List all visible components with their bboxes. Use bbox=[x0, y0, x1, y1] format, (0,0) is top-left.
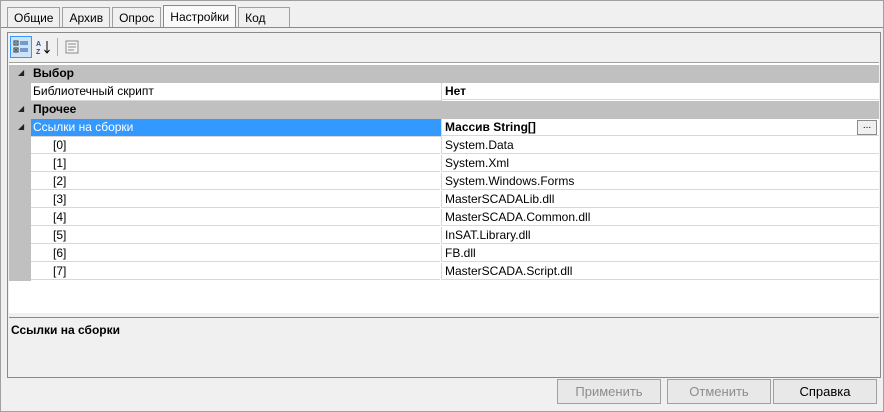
property-value[interactable]: Массив String[] bbox=[441, 119, 879, 136]
item-index: [5] bbox=[31, 227, 440, 244]
item-index: [3] bbox=[31, 191, 440, 208]
property-toolbar: A Z bbox=[10, 36, 83, 58]
list-item[interactable]: [4] MasterSCADA.Common.dll bbox=[9, 209, 879, 227]
help-button[interactable]: Справка bbox=[773, 379, 877, 404]
list-item[interactable]: [3] MasterSCADALib.dll bbox=[9, 191, 879, 209]
item-index: [6] bbox=[31, 245, 440, 262]
collapse-icon[interactable]: ◢ bbox=[18, 68, 24, 77]
item-index: [2] bbox=[31, 173, 440, 190]
collapse-icon[interactable]: ◢ bbox=[18, 104, 24, 113]
category-label: Выбор bbox=[33, 66, 74, 80]
item-value[interactable]: InSAT.Library.dll bbox=[441, 227, 879, 244]
list-item[interactable]: [6] FB.dll bbox=[9, 245, 879, 263]
property-pages-icon bbox=[65, 40, 79, 54]
list-item[interactable]: [7] MasterSCADA.Script.dll bbox=[9, 263, 879, 281]
description-title: Ссылки на сборки bbox=[11, 323, 120, 337]
property-name: Ссылки на сборки bbox=[31, 119, 442, 137]
item-index: [7] bbox=[31, 263, 440, 280]
item-value[interactable]: MasterSCADALib.dll bbox=[441, 191, 879, 208]
item-value[interactable]: MasterSCADA.Common.dll bbox=[441, 209, 879, 226]
item-value[interactable]: FB.dll bbox=[441, 245, 879, 262]
svg-text:Z: Z bbox=[36, 49, 41, 55]
item-value[interactable]: MasterSCADA.Script.dll bbox=[441, 263, 879, 280]
item-value[interactable]: System.Windows.Forms bbox=[441, 173, 879, 190]
tab-code[interactable]: Код bbox=[238, 7, 291, 27]
item-value[interactable]: System.Xml bbox=[441, 155, 879, 172]
alphabetical-button[interactable]: A Z bbox=[32, 36, 54, 58]
ellipsis-button[interactable]: ... bbox=[857, 120, 877, 135]
list-item[interactable]: [0] System.Data bbox=[9, 137, 879, 155]
tab-bar: Общие Архив Опрос Настройки Код bbox=[7, 5, 292, 27]
list-item[interactable]: [1] System.Xml bbox=[9, 155, 879, 173]
tab-general[interactable]: Общие bbox=[7, 7, 61, 27]
item-index: [0] bbox=[31, 137, 440, 154]
item-value[interactable]: System.Data bbox=[441, 137, 879, 154]
property-grid: ◢ Выбор Библиотечный скрипт Нет ◢ Прочее… bbox=[9, 62, 879, 313]
category-row-prochee[interactable]: ◢ Прочее bbox=[9, 101, 879, 119]
cancel-button[interactable]: Отменить bbox=[667, 379, 771, 404]
property-row-assembly-refs[interactable]: ◢ Ссылки на сборки Массив String[] ... bbox=[9, 119, 879, 137]
description-pane: Ссылки на сборки bbox=[9, 317, 879, 376]
property-row-library-script[interactable]: Библиотечный скрипт Нет bbox=[9, 83, 879, 101]
svg-text:A: A bbox=[36, 41, 41, 48]
property-value[interactable]: Нет bbox=[441, 83, 879, 100]
tab-divider bbox=[1, 27, 883, 28]
categorized-button[interactable] bbox=[10, 36, 32, 58]
sort-alphabetical-icon: A Z bbox=[36, 41, 50, 55]
category-label: Прочее bbox=[33, 102, 77, 116]
collapse-icon[interactable]: ◢ bbox=[18, 122, 24, 131]
toolbar-separator bbox=[57, 38, 58, 56]
list-item[interactable]: [2] System.Windows.Forms bbox=[9, 173, 879, 191]
item-index: [4] bbox=[31, 209, 440, 226]
property-pages-button[interactable] bbox=[61, 36, 83, 58]
tab-settings[interactable]: Настройки bbox=[163, 5, 237, 27]
categorized-icon bbox=[13, 40, 28, 53]
tab-archive[interactable]: Архив bbox=[62, 7, 111, 27]
property-panel: A Z ◢ Выбор Библиотечный скрипт Нет ◢ Пр… bbox=[7, 32, 881, 378]
tab-polling[interactable]: Опрос bbox=[112, 7, 162, 27]
property-name: Библиотечный скрипт bbox=[31, 83, 442, 101]
apply-button[interactable]: Применить bbox=[557, 379, 661, 404]
list-item[interactable]: [5] InSAT.Library.dll bbox=[9, 227, 879, 245]
category-row-vybor[interactable]: ◢ Выбор bbox=[9, 65, 879, 83]
item-index: [1] bbox=[31, 155, 440, 172]
settings-window: Общие Архив Опрос Настройки Код A Z ◢ Вы… bbox=[0, 0, 884, 412]
